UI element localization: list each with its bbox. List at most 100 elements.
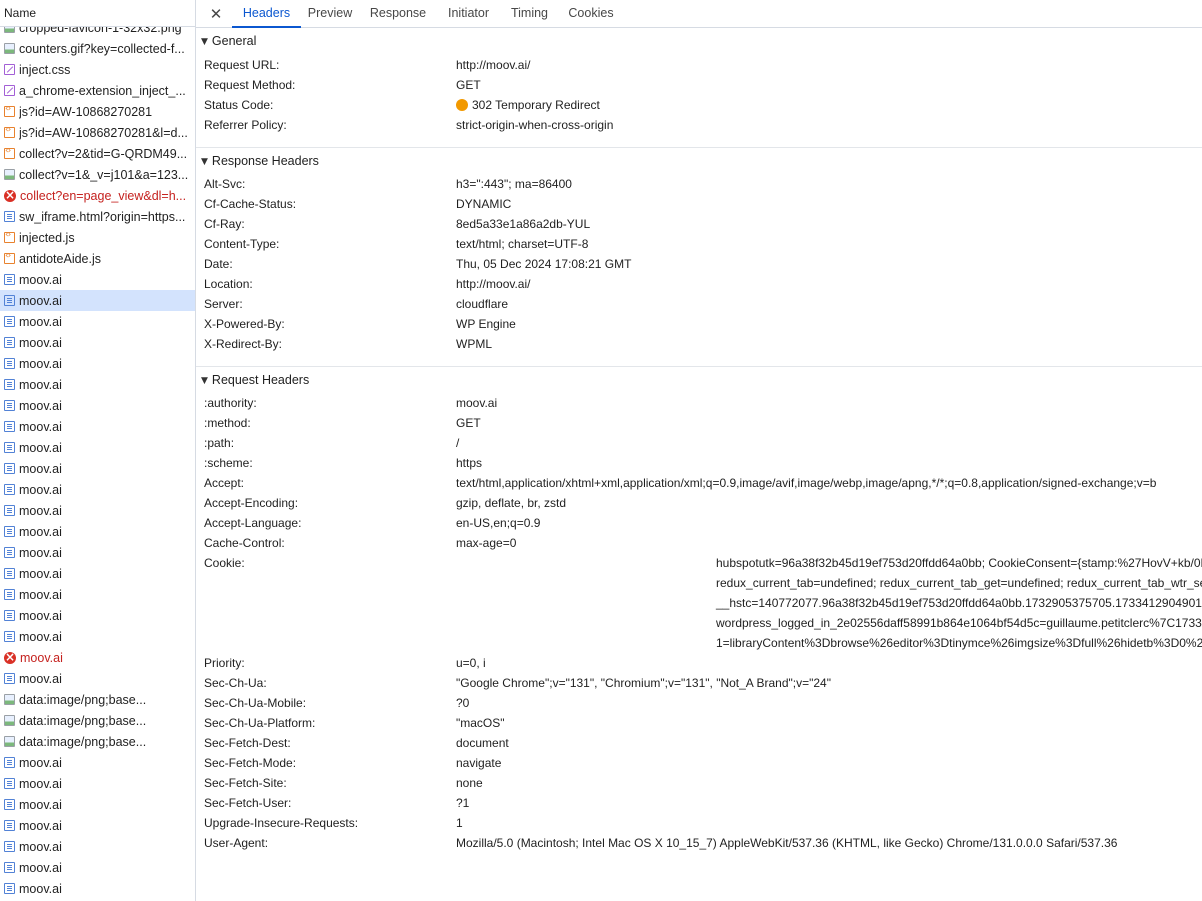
- tab-timing[interactable]: Timing: [505, 0, 554, 28]
- header-value[interactable]: "Google Chrome";v="131", "Chromium";v="1…: [456, 673, 831, 693]
- header-value[interactable]: http://moov.ai/: [456, 274, 530, 294]
- request-row[interactable]: moov.ai: [0, 626, 195, 647]
- request-row[interactable]: moov.ai: [0, 668, 195, 689]
- request-row[interactable]: data:image/png;base...: [0, 689, 195, 710]
- document-icon: [4, 547, 15, 558]
- request-row[interactable]: moov.ai: [0, 479, 195, 500]
- tab-initiator[interactable]: Initiator: [439, 0, 498, 28]
- header-value[interactable]: /: [456, 433, 459, 453]
- header-value[interactable]: u=0, i: [456, 653, 486, 673]
- close-icon[interactable]: ✕: [208, 6, 224, 22]
- request-row[interactable]: a_chrome-extension_inject_...: [0, 80, 195, 101]
- tab-response[interactable]: Response: [366, 0, 430, 28]
- request-row[interactable]: inject.css: [0, 59, 195, 80]
- response-headers-section-header[interactable]: ▼ Response Headers: [196, 147, 1202, 174]
- request-row[interactable]: moov.ai: [0, 269, 195, 290]
- tab-cookies[interactable]: Cookies: [562, 0, 620, 28]
- request-row[interactable]: data:image/png;base...: [0, 710, 195, 731]
- request-headers-section-header[interactable]: ▼ Request Headers: [196, 366, 1202, 393]
- request-row[interactable]: moov.ai: [0, 647, 195, 668]
- general-section-header[interactable]: ▼ General: [196, 28, 1202, 55]
- request-row[interactable]: moov.ai: [0, 878, 195, 899]
- header-name: Request Method:: [204, 78, 296, 92]
- header-value[interactable]: "macOS": [456, 713, 505, 733]
- request-row[interactable]: moov.ai: [0, 311, 195, 332]
- header-value[interactable]: GET: [456, 413, 481, 433]
- request-row[interactable]: collect?en=page_view&dl=h...: [0, 185, 195, 206]
- stylesheet-icon: [4, 85, 15, 96]
- request-row[interactable]: moov.ai: [0, 395, 195, 416]
- request-row[interactable]: counters.gif?key=collected-f...: [0, 38, 195, 59]
- request-row[interactable]: moov.ai: [0, 521, 195, 542]
- header-value[interactable]: WPML: [456, 334, 492, 354]
- request-row[interactable]: collect?v=1&_v=j101&a=123...: [0, 164, 195, 185]
- request-row[interactable]: moov.ai: [0, 605, 195, 626]
- request-details-panel: ✕ Headers Preview Response Initiator Tim…: [196, 0, 1202, 901]
- header-value[interactable]: document: [456, 733, 509, 753]
- request-row[interactable]: moov.ai: [0, 290, 195, 311]
- header-value[interactable]: moov.ai: [456, 393, 497, 413]
- request-row[interactable]: moov.ai: [0, 374, 195, 395]
- header-value[interactable]: en-US,en;q=0.9: [456, 513, 540, 533]
- header-value-text: ?1: [456, 796, 470, 810]
- request-row[interactable]: moov.ai: [0, 857, 195, 878]
- header-value[interactable]: gzip, deflate, br, zstd: [456, 493, 566, 513]
- header-name: Sec-Fetch-Mode:: [204, 756, 297, 770]
- request-row[interactable]: moov.ai: [0, 500, 195, 521]
- header-value[interactable]: navigate: [456, 753, 501, 773]
- header-value[interactable]: DYNAMIC: [456, 194, 511, 214]
- header-value[interactable]: ?0: [456, 693, 469, 713]
- request-row[interactable]: injected.js: [0, 227, 195, 248]
- header-value[interactable]: 8ed5a33e1a86a2db-YUL: [456, 214, 590, 234]
- tab-preview[interactable]: Preview: [302, 0, 358, 28]
- request-row[interactable]: moov.ai: [0, 794, 195, 815]
- header-value[interactable]: text/html; charset=UTF-8: [456, 234, 588, 254]
- request-name: antidoteAide.js: [19, 251, 102, 266]
- request-row[interactable]: moov.ai: [0, 542, 195, 563]
- request-row[interactable]: data:image/png;base...: [0, 731, 195, 752]
- header-value[interactable]: none: [456, 773, 483, 793]
- header-row: Request URL: http://moov.ai/: [196, 55, 1202, 75]
- header-value[interactable]: Mozilla/5.0 (Macintosh; Intel Mac OS X 1…: [456, 833, 1117, 853]
- header-value[interactable]: text/html,application/xhtml+xml,applicat…: [456, 473, 1156, 493]
- request-row[interactable]: moov.ai: [0, 752, 195, 773]
- header-value[interactable]: https: [456, 453, 482, 473]
- header-value[interactable]: cloudflare: [456, 294, 508, 314]
- header-value[interactable]: hubspotutk=96a38f32b45d19ef753d20ffdd64a…: [716, 553, 1202, 653]
- request-row[interactable]: moov.ai: [0, 437, 195, 458]
- request-row[interactable]: sw_iframe.html?origin=https...: [0, 206, 195, 227]
- header-value[interactable]: 302 Temporary Redirect: [456, 95, 600, 115]
- document-icon: [4, 589, 15, 600]
- header-row: Alt-Svc: h3=":443"; ma=86400: [196, 174, 1202, 194]
- header-value[interactable]: Thu, 05 Dec 2024 17:08:21 GMT: [456, 254, 631, 274]
- request-row[interactable]: moov.ai: [0, 458, 195, 479]
- request-row[interactable]: moov.ai: [0, 836, 195, 857]
- request-row[interactable]: moov.ai: [0, 773, 195, 794]
- request-row[interactable]: moov.ai: [0, 563, 195, 584]
- request-row[interactable]: moov.ai: [0, 584, 195, 605]
- name-column-header[interactable]: Name: [0, 0, 195, 27]
- header-value[interactable]: 1: [456, 813, 463, 833]
- request-row[interactable]: moov.ai: [0, 332, 195, 353]
- image-icon: [4, 169, 15, 180]
- request-row[interactable]: moov.ai: [0, 353, 195, 374]
- header-value[interactable]: h3=":443"; ma=86400: [456, 174, 572, 194]
- request-row[interactable]: antidoteAide.js: [0, 248, 195, 269]
- request-row[interactable]: collect?v=2&tid=G-QRDM49...: [0, 143, 195, 164]
- request-row[interactable]: js?id=AW-10868270281&l=d...: [0, 122, 195, 143]
- header-value[interactable]: strict-origin-when-cross-origin: [456, 115, 613, 135]
- header-value[interactable]: ?1: [456, 793, 469, 813]
- header-value[interactable]: WP Engine: [456, 314, 516, 334]
- request-row[interactable]: moov.ai: [0, 416, 195, 437]
- header-value[interactable]: GET: [456, 75, 481, 95]
- request-name: moov.ai: [19, 398, 62, 413]
- tab-headers[interactable]: Headers: [232, 0, 301, 28]
- request-row[interactable]: moov.ai: [0, 815, 195, 836]
- header-row: Accept: text/html,application/xhtml+xml,a…: [196, 473, 1202, 493]
- request-row[interactable]: js?id=AW-10868270281: [0, 101, 195, 122]
- request-name: data:image/png;base...: [19, 734, 147, 749]
- header-value[interactable]: max-age=0: [456, 533, 516, 553]
- document-icon: [4, 400, 15, 411]
- header-value[interactable]: http://moov.ai/: [456, 55, 530, 75]
- request-name: collect?v=1&_v=j101&a=123...: [19, 167, 189, 182]
